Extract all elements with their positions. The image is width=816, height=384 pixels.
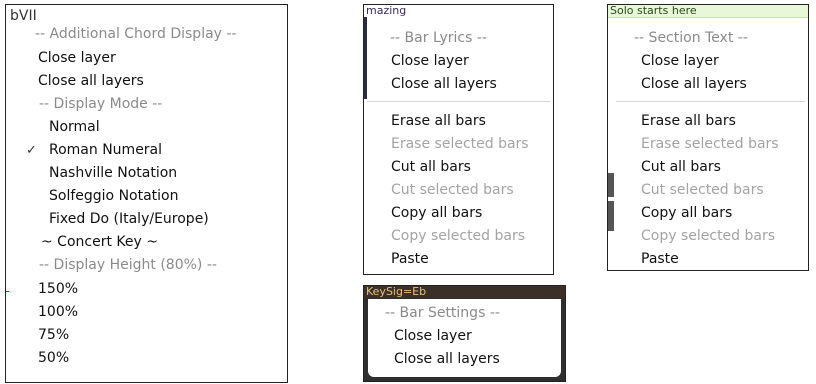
menu-item-paste[interactable]: Paste — [641, 251, 679, 267]
menu-header-display-mode: -- Display Mode -- — [39, 96, 163, 112]
menu-item-concert-key[interactable]: ~ Concert Key ~ — [41, 234, 158, 250]
menu-separator — [367, 101, 550, 102]
menu-header-display-height: -- Display Height (80%) -- — [39, 257, 217, 273]
menu-header-section-text: -- Section Text -- — [634, 30, 748, 46]
key-signature-strip: KeySig=Eb — [364, 286, 565, 298]
menu-item-100-percent[interactable]: 100% — [38, 304, 78, 320]
menu-item-close-all-layers[interactable]: Close all layers — [394, 351, 500, 367]
lyric-bar-edge — [364, 17, 367, 99]
menu-item-50-percent[interactable]: 50% — [38, 350, 69, 366]
menu-item-normal[interactable]: Normal — [49, 119, 100, 135]
chord-display-context-menu: bVII -- Additional Chord Display -- Clos… — [5, 4, 288, 383]
menu-item-copy-all-bars[interactable]: Copy all bars — [391, 205, 482, 221]
menu-item-copy-selected-bars: Copy selected bars — [391, 228, 526, 244]
menu-item-solfeggio-notation[interactable]: Solfeggio Notation — [49, 188, 179, 204]
menu-item-roman-numeral[interactable]: Roman Numeral — [49, 142, 162, 158]
menu-item-close-all-layers[interactable]: Close all layers — [391, 76, 497, 92]
section-text-strip: Solo starts here — [608, 5, 808, 18]
menu-item-fixed-do[interactable]: Fixed Do (Italy/Europe) — [49, 211, 209, 227]
bar-settings-menu-body: -- Bar Settings -- Close layer Close all… — [368, 299, 561, 377]
menu-item-150-percent[interactable]: 150% — [38, 281, 78, 297]
menu-item-copy-selected-bars: Copy selected bars — [641, 228, 776, 244]
bar-lyrics-context-menu: mazing -- Bar Lyrics -- Close layer Clos… — [363, 4, 554, 275]
menu-item-paste[interactable]: Paste — [391, 251, 429, 267]
section-text-context-menu: Solo starts here -- Section Text -- Clos… — [607, 4, 809, 271]
menu-item-close-layer[interactable]: Close layer — [38, 50, 116, 66]
menu-item-close-layer[interactable]: Close layer — [641, 53, 719, 69]
menu-item-cut-all-bars[interactable]: Cut all bars — [641, 159, 721, 175]
red-edge-marker — [6, 291, 9, 292]
menu-item-cut-all-bars[interactable]: Cut all bars — [391, 159, 471, 175]
menu-item-nashville-notation[interactable]: Nashville Notation — [49, 165, 177, 181]
menu-item-cut-selected-bars: Cut selected bars — [391, 182, 514, 198]
menu-item-erase-all-bars[interactable]: Erase all bars — [391, 113, 486, 129]
menu-item-erase-all-bars[interactable]: Erase all bars — [641, 113, 736, 129]
menu-item-erase-selected-bars: Erase selected bars — [391, 136, 529, 152]
bar-settings-context-menu: KeySig=Eb -- Bar Settings -- Close layer… — [363, 285, 566, 382]
chord-symbol-label: bVII — [10, 8, 37, 24]
menu-item-cut-selected-bars: Cut selected bars — [641, 182, 764, 198]
menu-item-close-all-layers[interactable]: Close all layers — [38, 73, 144, 89]
background-bar-block — [608, 173, 614, 197]
menu-header-bar-lyrics: -- Bar Lyrics -- — [390, 30, 487, 46]
menu-header-additional-chord-display: -- Additional Chord Display -- — [35, 26, 237, 42]
lyric-text-strip: mazing — [364, 5, 553, 17]
menu-item-close-layer[interactable]: Close layer — [394, 328, 472, 344]
menu-item-close-layer[interactable]: Close layer — [391, 53, 469, 69]
menu-header-bar-settings: -- Bar Settings -- — [385, 305, 500, 321]
menu-item-erase-selected-bars: Erase selected bars — [641, 136, 779, 152]
menu-separator — [616, 101, 805, 102]
menu-item-copy-all-bars[interactable]: Copy all bars — [641, 205, 732, 221]
background-bar-block — [608, 201, 614, 231]
menu-item-close-all-layers[interactable]: Close all layers — [641, 76, 747, 92]
menu-item-75-percent[interactable]: 75% — [38, 327, 69, 343]
checkmark-icon: ✓ — [26, 143, 37, 158]
